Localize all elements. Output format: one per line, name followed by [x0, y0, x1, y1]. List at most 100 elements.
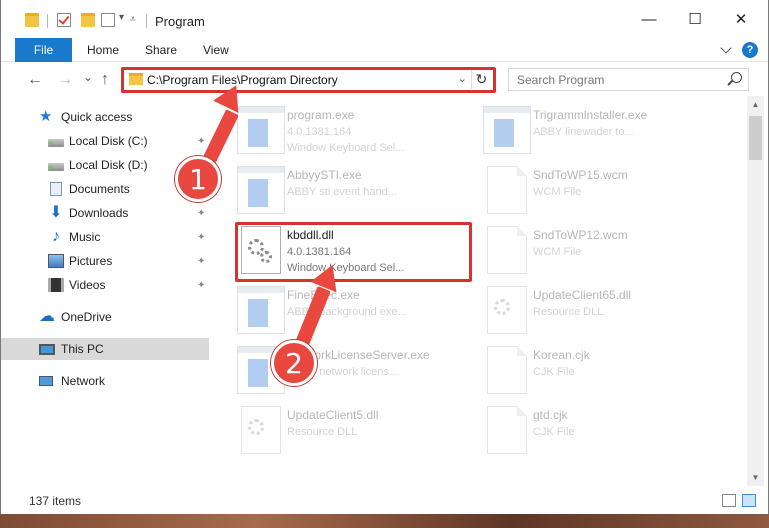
sidebar-item-downloads[interactable]: ⬇ Downloads ✦ — [1, 202, 209, 224]
file-item[interactable]: FineExec.exe ABBY background exe... — [237, 286, 477, 342]
file-item[interactable]: Trigrammlnstaller.exe ABBY linewader to.… — [483, 106, 723, 162]
pin-icon[interactable]: ✦ — [197, 208, 205, 219]
documents-icon — [50, 182, 62, 196]
file-name: UpdateClient65.dll — [533, 288, 632, 302]
file-item[interactable]: UpdateClient5.dll Resource DLL — [237, 406, 477, 462]
sidebar-item-label: Local Disk (D:) — [69, 158, 148, 172]
folder-icon — [129, 73, 143, 85]
sidebar-item-quick-access[interactable]: ★ Quick access — [1, 106, 209, 128]
pin-icon[interactable]: ✦ — [197, 256, 205, 267]
qat-chevron-icon[interactable]: ⩡ — [130, 14, 136, 25]
address-dropdown-icon[interactable]: ⌄ — [458, 72, 467, 85]
sidebar-item-label: Quick access — [61, 110, 133, 124]
downloads-icon: ⬇ — [49, 204, 63, 221]
back-button[interactable]: ← — [27, 71, 43, 89]
item-count: 137 items — [29, 494, 82, 508]
star-icon: ★ — [39, 108, 53, 125]
search-input[interactable]: Search Program — [517, 73, 604, 87]
file-highlight-box — [235, 222, 472, 282]
close-button[interactable]: ✕ — [718, 0, 764, 38]
file-item[interactable]: program.exe 4.0.1381.164 Window Keyboard… — [237, 106, 477, 162]
pc-icon — [39, 343, 55, 355]
refresh-button[interactable]: ↻ — [471, 70, 491, 89]
divider — [146, 14, 147, 28]
step-badge-1: 1 — [175, 156, 221, 202]
maximize-button[interactable]: ☐ — [672, 0, 718, 38]
ribbon: File Home Share View ? — [1, 38, 768, 62]
sidebar-item-label: OneDrive — [61, 310, 112, 324]
forward-button[interactable]: → — [57, 71, 73, 89]
help-icon[interactable]: ? — [742, 42, 758, 58]
disk-icon — [48, 162, 64, 171]
file-description: Resource DLL — [287, 426, 358, 438]
scroll-thumb[interactable] — [749, 116, 762, 160]
pin-icon[interactable]: ✦ — [197, 280, 205, 291]
sidebar-item-videos[interactable]: Videos ✦ — [1, 274, 209, 296]
search-box[interactable]: Search Program — [508, 68, 749, 91]
properties-icon[interactable] — [57, 13, 71, 27]
pin-icon[interactable]: ✦ — [197, 136, 205, 147]
file-item[interactable]: AbbyySTI.exe ABBY sti event hand... — [237, 166, 477, 222]
explorer-window: ▾ ⩡ Program — ☐ ✕ File Home Share View ?… — [0, 0, 769, 528]
sidebar-item-label: Music — [69, 230, 101, 244]
network-icon — [39, 376, 53, 386]
file-item[interactable]: SndToWP12.wcm WCM File — [483, 226, 723, 282]
scroll-up-icon[interactable]: ▲ — [747, 96, 764, 113]
expand-ribbon-icon[interactable] — [720, 42, 732, 54]
sidebar-item-network[interactable]: Network — [1, 370, 209, 392]
dll-file-icon — [487, 286, 527, 334]
sidebar-item-label: This PC — [61, 342, 104, 356]
sidebar-item-this-pc[interactable]: This PC — [1, 338, 209, 360]
folder-icon — [25, 13, 39, 27]
file-item[interactable]: Korean.cjk CJK File — [483, 346, 723, 402]
sidebar-item-label: Downloads — [69, 206, 129, 220]
pictures-icon — [48, 254, 64, 268]
window-title: Program — [155, 14, 205, 29]
new-folder-icon[interactable] — [81, 13, 95, 27]
minimize-button[interactable]: — — [626, 0, 672, 38]
file-name: UpdateClient5.dll — [287, 408, 379, 422]
file-description: ABBY linewader to... — [533, 126, 634, 138]
details-view-icon[interactable] — [722, 494, 736, 507]
sidebar-item-label: Pictures — [69, 254, 113, 268]
file-item[interactable]: UpdateClient65.dll Resource DLL — [483, 286, 723, 342]
sidebar-item-label: Network — [61, 374, 106, 388]
sidebar-item-music[interactable]: ♪ Music ✦ — [1, 226, 209, 248]
vertical-scrollbar[interactable]: ▲ ▼ — [747, 96, 764, 486]
sidebar-item-local-disk-c[interactable]: Local Disk (C:) ✦ — [1, 130, 209, 152]
tab-file[interactable]: File — [15, 38, 72, 62]
videos-icon — [48, 278, 64, 292]
sidebar-item-onedrive[interactable]: ☁ OneDrive — [1, 306, 209, 328]
file-item[interactable]: SndToWP15.wcm WCM File — [483, 166, 723, 222]
gear-icon — [494, 299, 510, 315]
scroll-down-icon[interactable]: ▼ — [747, 469, 764, 486]
tab-share[interactable]: Share — [145, 43, 177, 57]
file-type: WCM File — [533, 246, 582, 258]
status-bar: 137 items — [1, 486, 768, 514]
large-icons-view-icon[interactable] — [742, 494, 756, 507]
search-icon[interactable] — [731, 72, 742, 83]
customize-icon[interactable] — [101, 13, 115, 27]
file-list: program.exe 4.0.1381.164 Window Keyboard… — [213, 96, 745, 486]
file-item[interactable]: gtd.cjk CJK File — [483, 406, 723, 462]
tab-home[interactable]: Home — [87, 43, 119, 57]
pin-icon[interactable]: ✦ — [197, 232, 205, 243]
onedrive-icon: ☁ — [39, 308, 55, 325]
title-bar: ▾ ⩡ Program — ☐ ✕ — [1, 0, 768, 38]
address-bar[interactable]: C:\Program Files\Program Directory ⌄ ↻ — [121, 68, 496, 91]
dll-file-icon — [241, 406, 281, 454]
recent-locations-button[interactable]: ⌄ — [83, 70, 93, 84]
file-description: Resource DLL — [533, 306, 604, 318]
file-name: program.exe — [287, 108, 355, 122]
file-type: WCM File — [533, 186, 582, 198]
sidebar-item-label: Local Disk (C:) — [69, 134, 148, 148]
qat-dropdown-icon[interactable]: ▾ — [119, 12, 124, 23]
up-button[interactable]: ↑ — [101, 71, 109, 89]
file-name: SndToWP15.wcm — [533, 168, 628, 182]
file-name: SndToWP12.wcm — [533, 228, 628, 242]
sidebar-item-pictures[interactable]: Pictures ✦ — [1, 250, 209, 272]
exe-file-icon — [237, 166, 285, 214]
document-file-icon — [487, 406, 527, 454]
tab-view[interactable]: View — [203, 43, 229, 57]
address-path[interactable]: C:\Program Files\Program Directory — [147, 73, 338, 87]
